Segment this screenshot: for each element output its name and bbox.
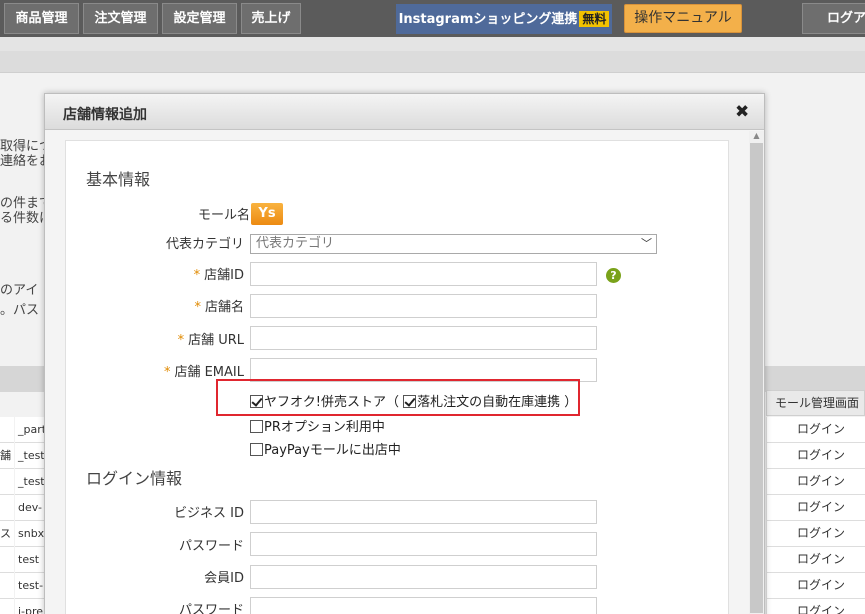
mall-admin-header: モール管理画面 [766,390,865,416]
help-icon[interactable]: ? [606,268,621,283]
login-link[interactable]: ログイン [766,599,865,614]
store-name-label: * 店舗名 [64,296,244,315]
table-row-label [0,417,14,443]
basic-info-heading: 基本情報 [86,170,151,189]
store-id-text: 店舗ID [204,268,244,283]
required-mark: * [193,268,201,283]
auto-stock-label: 落札注文の自動在庫連携 ） [417,395,578,410]
bg-subheader [0,51,865,73]
table-row-label [0,599,14,614]
table-row-store: _test [15,469,44,495]
login-link[interactable]: ログイン [766,573,865,599]
table-row-store: test- [15,573,44,599]
store-email-text: 店舗 EMAIL [174,365,244,380]
login-link[interactable]: ログイン [766,521,865,547]
table-row-store: i-pre [15,599,44,614]
required-mark: * [194,300,201,315]
table-row-label [0,547,14,573]
nav-orders[interactable]: 注文管理 [83,3,158,34]
nav-instagram-link[interactable]: Instagramショッピング連携 無料 [396,4,612,34]
nav-products[interactable]: 商品管理 [4,3,79,34]
login-link[interactable]: ログイン [766,495,865,521]
yahoo-auction-checkbox[interactable] [250,395,263,408]
yahoo-auction-label: ヤフオク!併売ストア（ [264,395,399,410]
dialog-title: 店舗情報追加 [63,107,147,123]
pr-option: PRオプション利用中 [250,416,385,435]
store-name-text: 店舗名 [204,300,244,315]
dialog-titlebar: 店舗情報追加 ✖ [45,94,764,130]
bg-band [0,37,865,51]
store-email-label: * 店舗 EMAIL [64,361,244,380]
password-input[interactable] [250,532,597,556]
manual-button[interactable]: 操作マニュアル [624,4,742,33]
store-id-input[interactable] [250,262,597,286]
table-row-store: test [15,547,44,573]
category-select[interactable]: 代表カテゴリ ﹀ [250,234,657,254]
auto-stock-checkbox[interactable] [403,395,417,408]
pr-option-checkbox[interactable] [250,420,263,433]
business-id-label: ビジネス ID [174,506,244,521]
member-id-input[interactable] [250,565,597,589]
member-id-label: 会員ID [204,571,244,586]
required-mark: * [163,365,171,380]
mall-name-label: モール名 [197,208,250,223]
close-icon[interactable]: ✖ [735,102,749,122]
paypay-checkbox[interactable] [250,443,263,456]
instagram-label: Instagramショッピング連携 [398,12,578,27]
table-row-label [0,469,14,495]
yahoo-auction-option: ヤフオク!併売ストア（ 落札注文の自動在庫連携 ） [250,391,577,410]
table-row-label [0,495,14,521]
bg-text: 連絡をお [0,154,44,169]
bg-text: る件数に [0,211,44,226]
table-row-store: dev- [15,495,44,521]
category-select-value: 代表カテゴリ [256,236,335,251]
pr-option-label: PRオプション利用中 [264,420,385,435]
scroll-thumb[interactable] [750,143,763,613]
logout-button[interactable]: ログア [802,3,865,34]
table-row-store: snbx [15,521,44,547]
category-label: 代表カテゴリ [165,237,244,252]
yahoo-shopping-logo: Ys [251,203,283,225]
table-row-store: _test [15,443,44,469]
business-id-input[interactable] [250,500,597,524]
nav-sales[interactable]: 売上げ [241,3,301,34]
top-nav: 商品管理 注文管理 設定管理 売上げ Instagramショッピング連携 無料 操… [0,0,865,37]
login-link[interactable]: ログイン [766,469,865,495]
bg-text: 。パス [0,303,40,318]
chevron-down-icon: ﹀ [641,237,652,250]
member-password-label: パスワード [178,603,244,614]
login-link[interactable]: ログイン [766,443,865,469]
login-link[interactable]: ログイン [766,417,865,443]
paypay-option: PayPayモールに出店中 [250,439,401,458]
password-label: パスワード [178,539,244,554]
store-name-input[interactable] [250,294,597,318]
store-id-label: * 店舗ID [64,264,244,283]
nav-settings[interactable]: 設定管理 [162,3,237,34]
store-url-text: 店舗 URL [188,333,244,348]
scroll-up-icon[interactable]: ▲ [749,131,764,143]
member-password-input[interactable] [250,597,597,614]
dialog-scrollbar[interactable]: ▲ [749,131,764,614]
table-row-label: スト [0,521,14,547]
store-url-input[interactable] [250,326,597,350]
free-badge: 無料 [579,11,610,27]
login-info-heading: ログイン情報 [86,469,183,488]
bg-text: のアイ [0,283,39,298]
table-row-label: 舗 [0,443,14,469]
paypay-label: PayPayモールに出店中 [264,443,401,458]
store-url-label: * 店舗 URL [64,329,244,348]
table-row-store: _part [15,417,44,443]
required-mark: * [177,333,185,348]
table-row-label [0,573,14,599]
login-link[interactable]: ログイン [766,547,865,573]
